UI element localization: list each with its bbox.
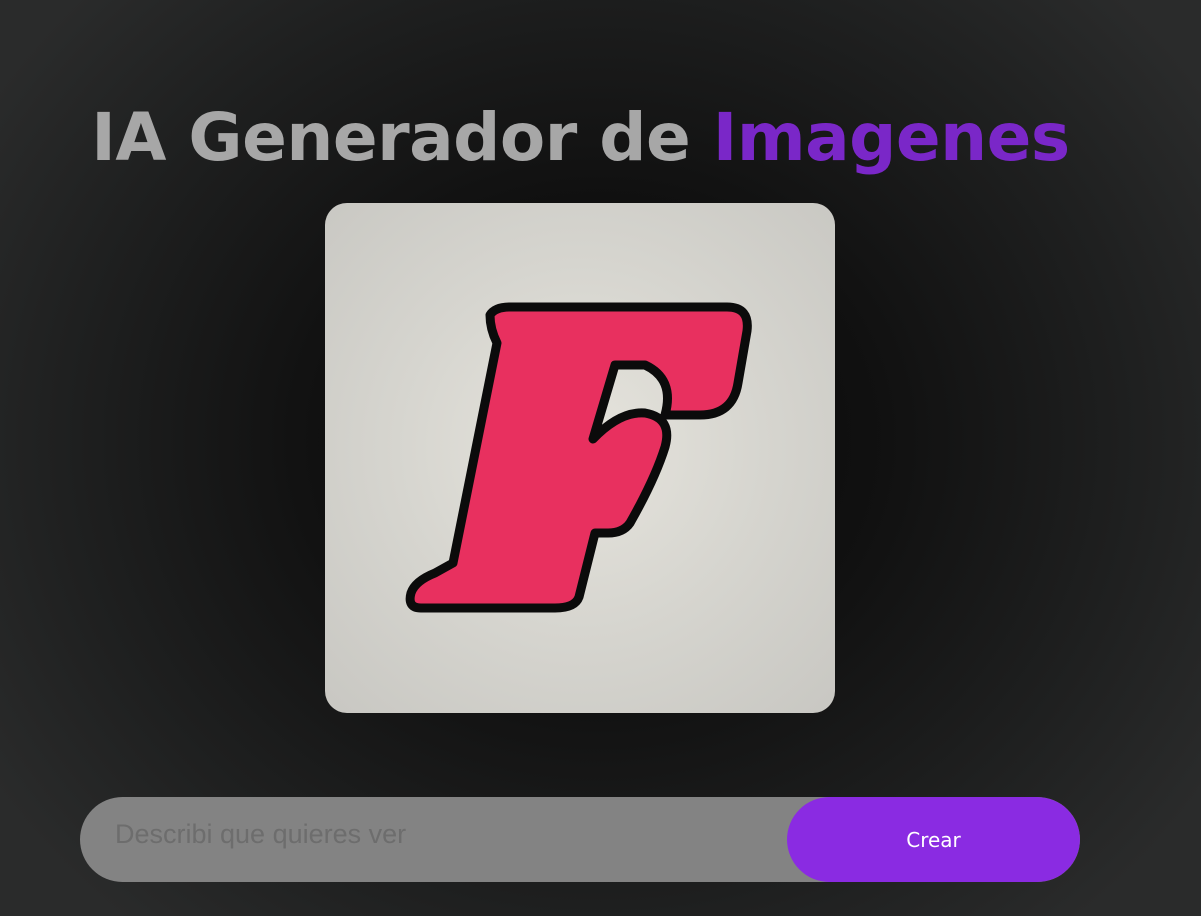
prompt-bar: Crear — [80, 797, 1080, 882]
prompt-input[interactable] — [80, 797, 787, 882]
page-title: IA Generador de Imagenes — [0, 98, 1161, 178]
page-title-accent: Imagenes — [712, 99, 1070, 176]
letter-f-logo — [405, 302, 752, 613]
page-title-main: IA Generador de — [91, 99, 713, 176]
create-button[interactable]: Crear — [787, 797, 1080, 882]
generated-image — [325, 203, 835, 713]
